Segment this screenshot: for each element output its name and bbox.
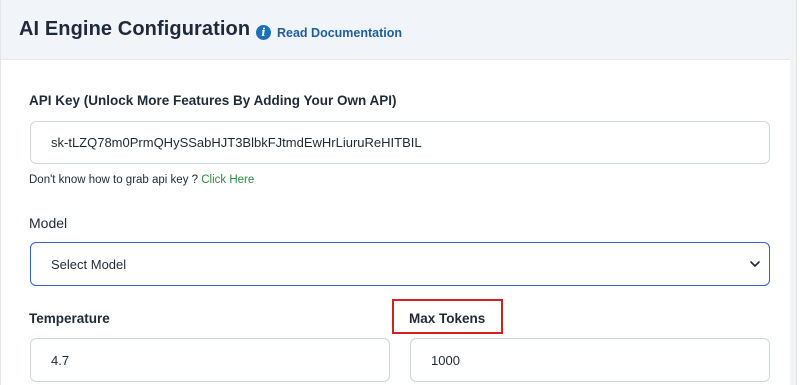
read-documentation-label: Read Documentation (277, 25, 403, 40)
scrollbar[interactable] (790, 0, 796, 385)
read-documentation-link[interactable]: i Read Documentation (256, 25, 402, 40)
api-key-input[interactable]: sk-tLZQ78m0PrmQHySSabHJT3BlbkFJtmdEwHrLi… (30, 121, 770, 164)
max-tokens-value: 1000 (431, 352, 460, 368)
panel-header: AI Engine Configuration i Read Documenta… (1, 0, 796, 60)
max-tokens-label: Max Tokens (409, 311, 486, 326)
api-key-helper: Don't know how to grab api key ? Click H… (29, 174, 254, 186)
temperature-label: Temperature (29, 311, 110, 326)
api-key-helper-text: Don't know how to grab api key ? (29, 174, 199, 186)
ai-engine-config-panel: AI Engine Configuration i Read Documenta… (0, 0, 797, 385)
model-label: Model (29, 215, 68, 231)
model-selected-value: Select Model (51, 256, 127, 272)
temperature-input[interactable]: 4.7 (30, 338, 390, 382)
temperature-value: 4.7 (51, 352, 70, 368)
chevron-down-icon (750, 261, 760, 267)
model-select[interactable]: Select Model (30, 242, 770, 286)
max-tokens-input[interactable]: 1000 (410, 338, 770, 382)
click-here-link[interactable]: Click Here (201, 174, 254, 186)
info-icon: i (256, 25, 271, 40)
api-key-label: API Key (Unlock More Features By Adding … (29, 93, 397, 108)
page-title: AI Engine Configuration (19, 18, 251, 40)
api-key-value: sk-tLZQ78m0PrmQHySSabHJT3BlbkFJtmdEwHrLi… (51, 135, 422, 150)
